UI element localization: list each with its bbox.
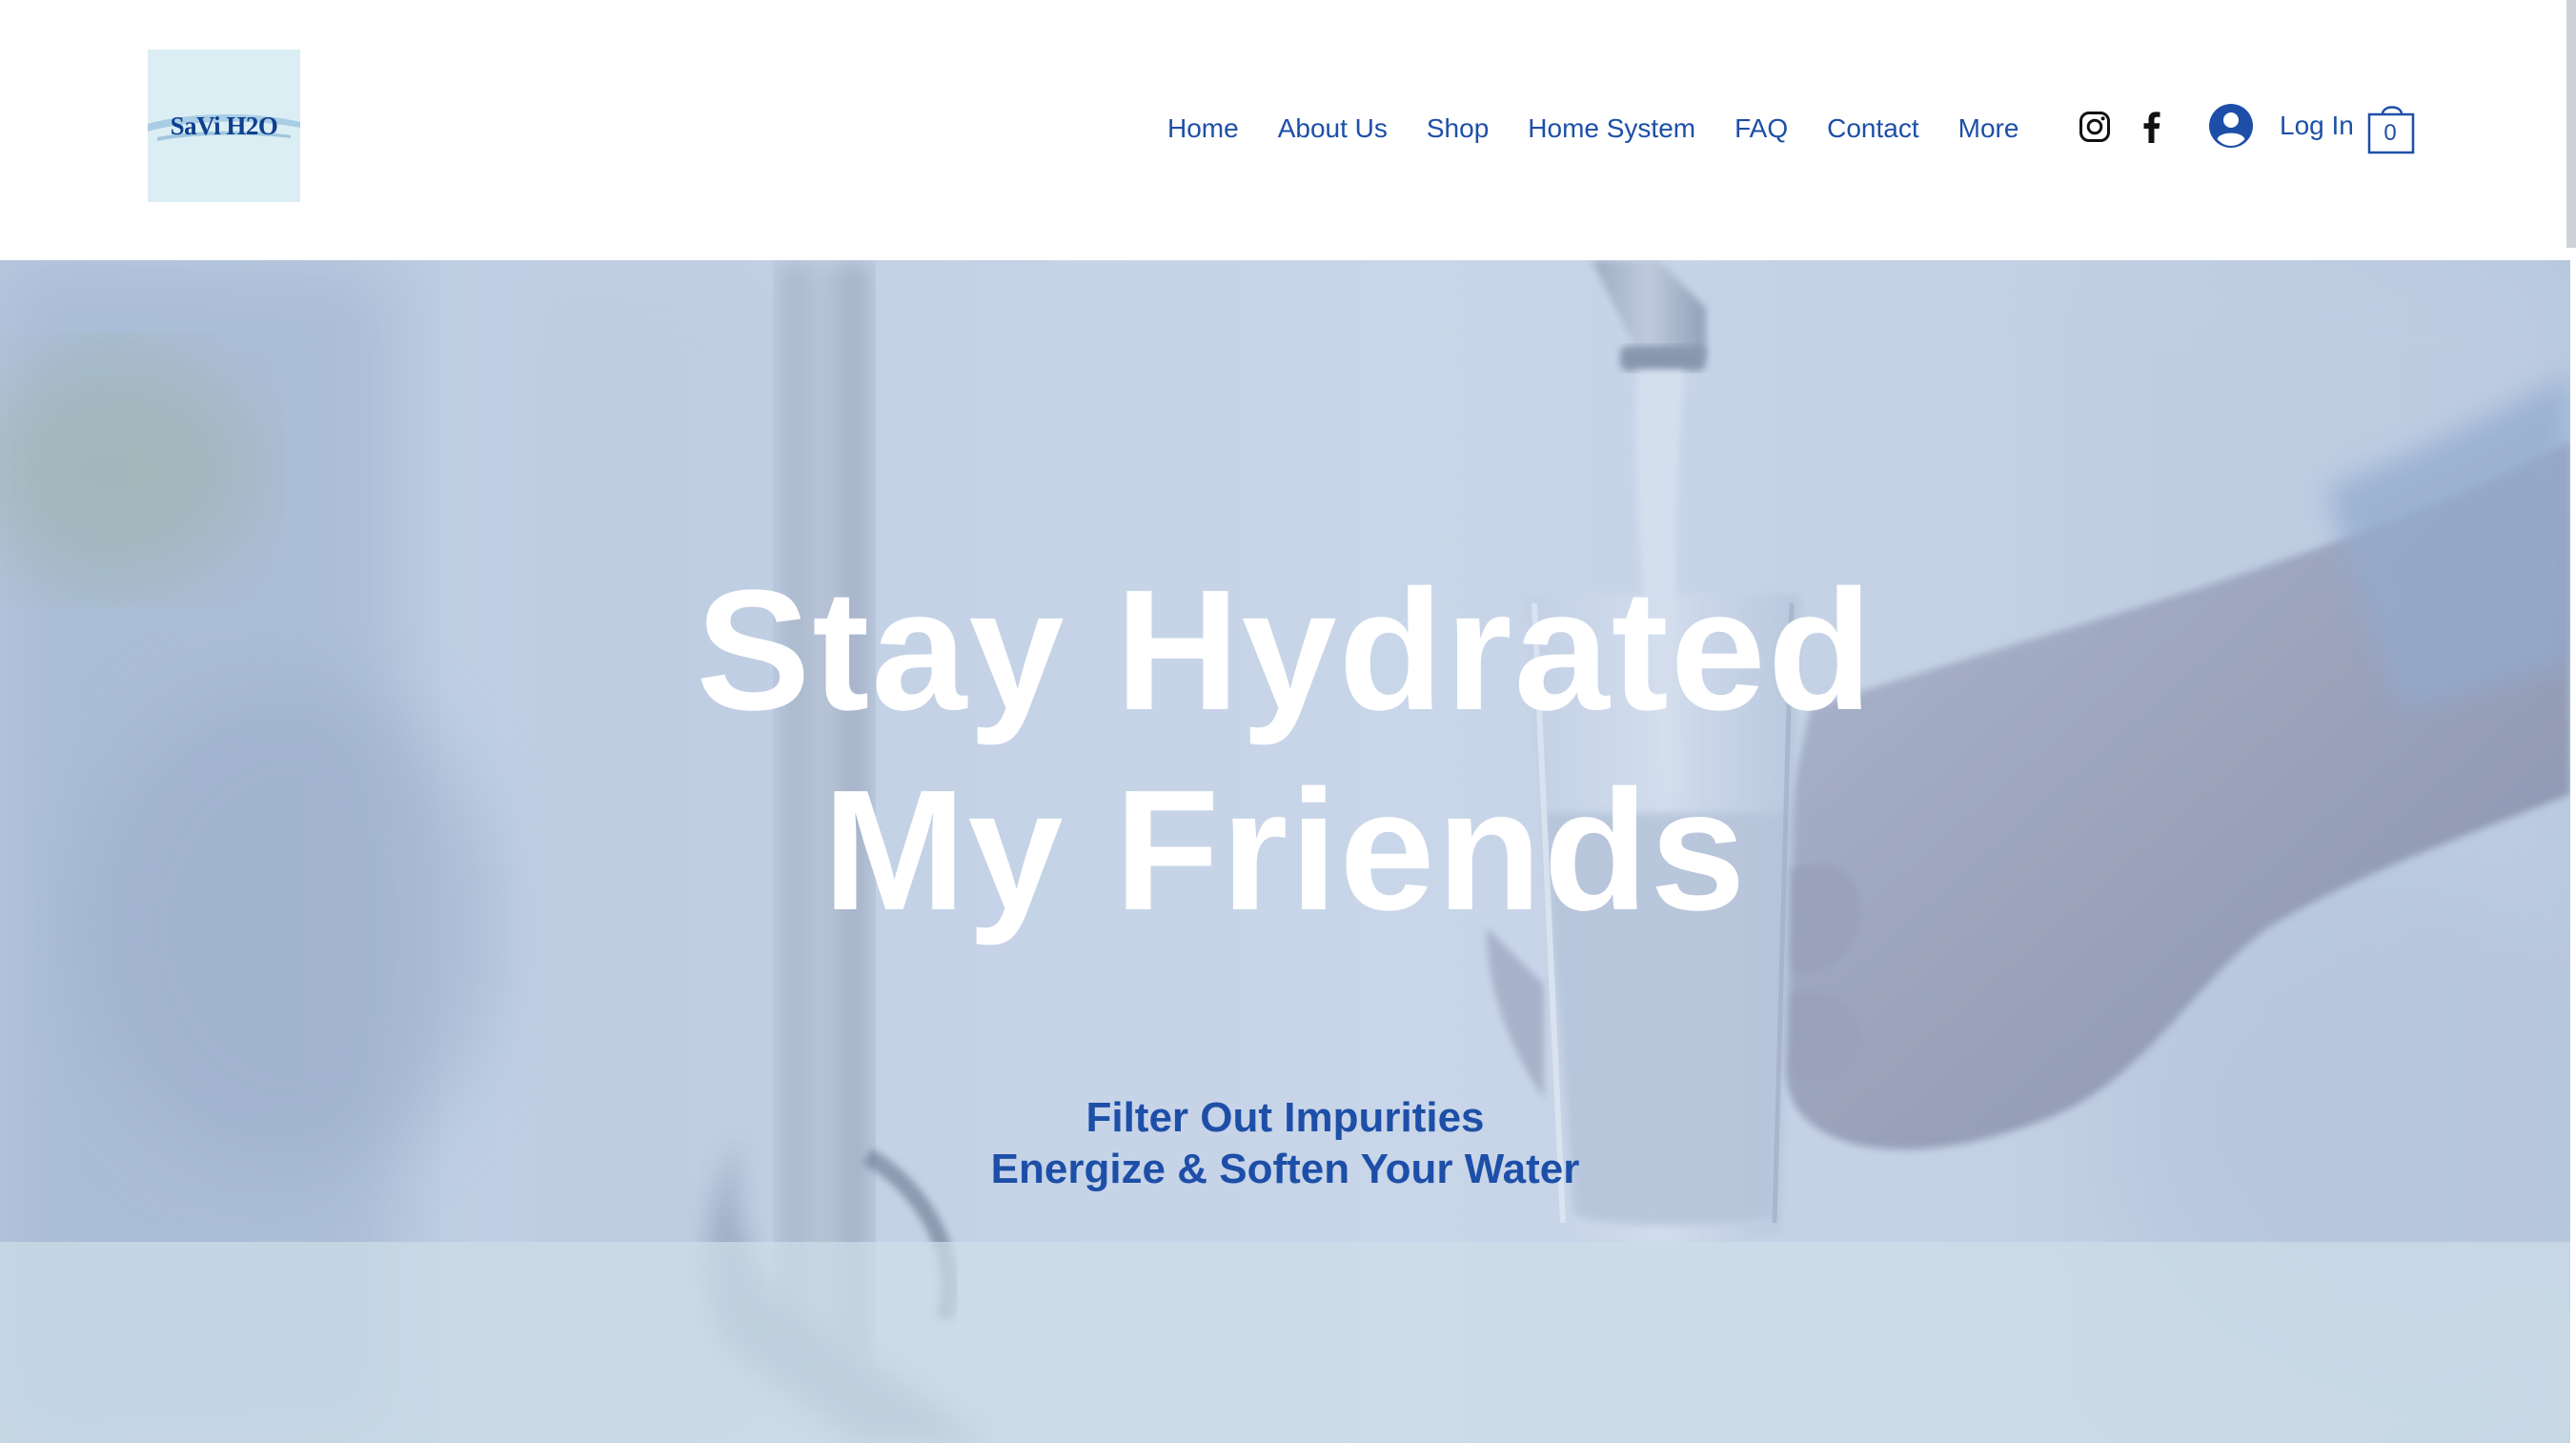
main-navigation: Home About Us Shop Home System FAQ Conta… <box>1167 105 2018 152</box>
hero-title: Stay Hydrated My Friends <box>0 551 2570 951</box>
hero-title-line-2: My Friends <box>822 755 1748 946</box>
feature-line-2: Energize & Soften Your Water <box>990 1146 1580 1192</box>
nav-item-about-us[interactable]: About Us <box>1278 113 1388 144</box>
nav-item-home[interactable]: Home <box>1167 113 1239 144</box>
hero-title-line-1: Stay Hydrated <box>696 555 1875 746</box>
instagram-icon[interactable] <box>2076 108 2114 146</box>
avatar-icon <box>2209 104 2253 148</box>
scrollbar[interactable] <box>2566 0 2576 248</box>
login-button[interactable]: Log In <box>2209 99 2354 152</box>
login-label: Log In <box>2280 111 2354 140</box>
cart-button[interactable]: 0 <box>2367 97 2417 156</box>
nav-item-home-system[interactable]: Home System <box>1528 113 1695 144</box>
hero-section: Stay Hydrated My Friends <box>0 260 2570 1443</box>
feature-strip-text: Filter Out Impurities Energize & Soften … <box>0 1092 2570 1195</box>
nav-item-more[interactable]: More <box>1958 113 2019 144</box>
feature-line-1: Filter Out Impurities <box>1085 1094 1485 1141</box>
site-header: SaVi H2O Home About Us Shop Home System … <box>0 0 2576 260</box>
cart-count: 0 <box>2383 120 2397 146</box>
nav-item-faq[interactable]: FAQ <box>1734 113 1788 144</box>
nav-item-shop[interactable]: Shop <box>1427 113 1489 144</box>
logo-text: SaVi H2O <box>170 111 278 140</box>
feature-strip <box>0 1242 2570 1443</box>
nav-item-contact[interactable]: Contact <box>1827 113 1919 144</box>
site-logo[interactable]: SaVi H2O <box>148 50 300 202</box>
facebook-icon[interactable] <box>2133 108 2171 146</box>
